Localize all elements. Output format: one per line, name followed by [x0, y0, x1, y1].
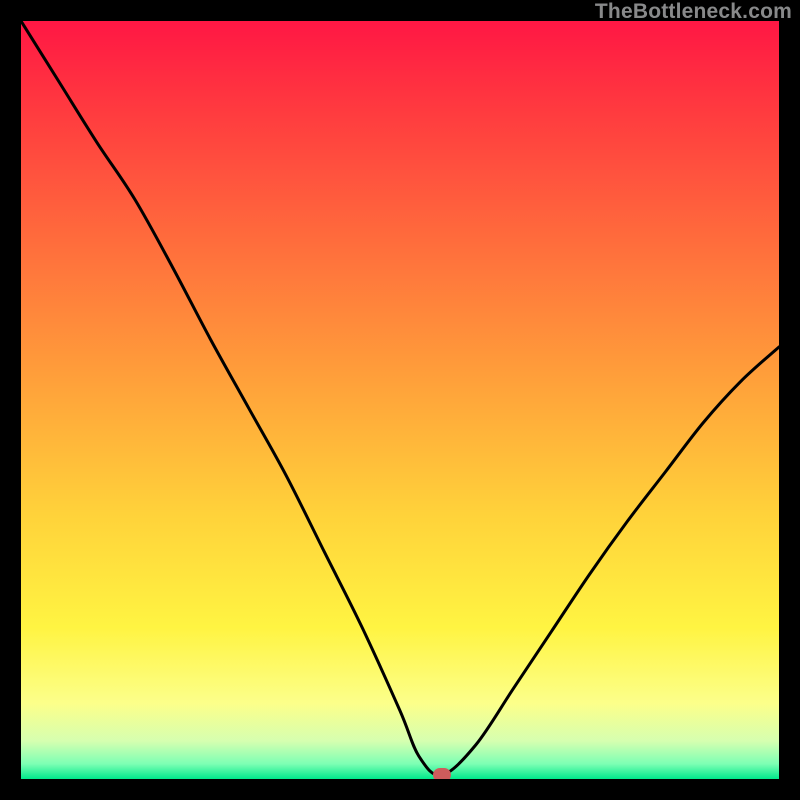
- watermark-text: TheBottleneck.com: [595, 0, 792, 24]
- plot-area: [21, 21, 779, 779]
- chart-stage: TheBottleneck.com: [0, 0, 800, 800]
- minimum-marker: [433, 768, 451, 779]
- bottleneck-curve: [21, 21, 779, 779]
